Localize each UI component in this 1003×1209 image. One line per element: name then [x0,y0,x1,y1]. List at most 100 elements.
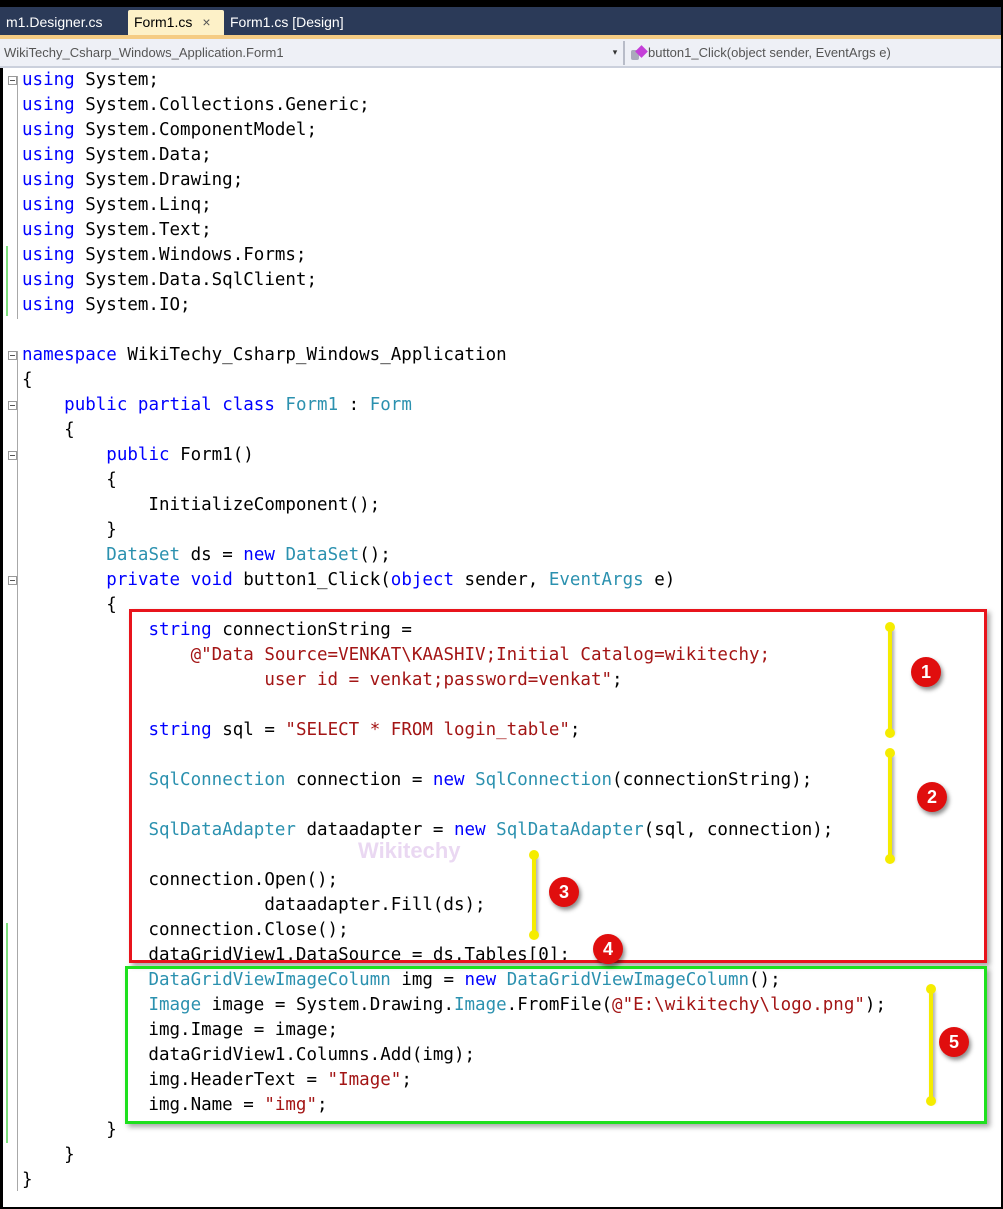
bracket-1 [885,622,895,738]
keyword-token: using [22,220,86,240]
highlight-box-red [129,609,987,963]
keyword-token: private void [106,570,244,590]
keyword-token: using [22,295,86,315]
type-token: EventArgs [548,570,655,590]
code-line[interactable]: { [22,468,886,493]
type-token: Form [369,395,412,415]
document-tab-bar: m1.Designer.cs Form1.cs × Form1.cs [Desig… [0,7,1001,39]
keyword-token: using [22,270,86,290]
type-token: DataSet [106,545,191,565]
code-line[interactable]: using System.Data.SqlClient; [22,268,886,293]
code-token: { [22,370,33,390]
keyword-token: using [22,70,86,90]
code-token: System.ComponentModel; [85,120,318,140]
close-icon[interactable]: × [202,14,210,30]
code-token: System.Linq; [85,195,212,215]
code-line[interactable]: } [22,1143,886,1168]
code-token: } [22,1145,75,1165]
code-line[interactable] [22,318,886,343]
code-token: Form1() [180,445,254,465]
keyword-token: namespace [22,345,128,365]
keyword-token: using [22,245,86,265]
bracket-3 [529,850,539,940]
code-line[interactable]: { [22,368,886,393]
code-line[interactable]: namespace WikiTechy_Csharp_Windows_Appli… [22,343,886,368]
code-line[interactable]: } [22,1168,886,1193]
code-line[interactable]: using System.Drawing; [22,168,886,193]
type-selector[interactable]: WikiTechy_Csharp_Windows_Application.For… [4,39,622,66]
keyword-token: using [22,145,86,165]
code-line[interactable]: InitializeComponent(); [22,493,886,518]
code-line[interactable]: using System.Collections.Generic; [22,93,886,118]
code-token: System.Data; [85,145,212,165]
code-line[interactable]: public partial class Form1 : Form [22,393,886,418]
tab-designer-cs[interactable]: m1.Designer.cs [0,10,108,35]
collapse-icon[interactable] [8,451,17,460]
code-token: e) [654,570,676,590]
keyword-token: using [22,120,86,140]
outline-line [17,76,18,319]
tab-label: Form1.cs [134,14,193,30]
annotation-badge-2: 2 [917,782,947,812]
code-token: { [22,420,75,440]
ide-window: m1.Designer.cs Form1.cs × Form1.cs [Desig… [0,0,1001,1207]
tab-label: Form1.cs [Design] [230,14,344,30]
code-token: } [22,520,117,540]
code-line[interactable]: { [22,418,886,443]
bracket-5 [926,984,936,1106]
code-token: (); [359,545,391,565]
chevron-down-icon[interactable]: ▾ [608,39,622,66]
code-line[interactable]: using System.Windows.Forms; [22,243,886,268]
collapse-icon[interactable] [8,351,17,360]
collapse-icon[interactable] [8,401,17,410]
member-selector[interactable]: button1_Click(object sender, EventArgs e… [630,39,891,66]
type-token: Form1 [285,395,349,415]
annotation-badge-4: 4 [593,934,623,964]
outline-line [17,351,18,1191]
code-line[interactable]: using System.IO; [22,293,886,318]
code-token: : [348,395,370,415]
code-line[interactable]: using System.Data; [22,143,886,168]
code-token: button1_Click( [243,570,391,590]
code-line[interactable]: using System.Linq; [22,193,886,218]
code-token: } [22,1170,33,1190]
code-token: System; [85,70,159,90]
keyword-token: using [22,170,86,190]
code-token: System.Text; [85,220,212,240]
code-token: System.IO; [85,295,191,315]
change-marker [6,923,8,1143]
code-token: WikiTechy_Csharp_Windows_Application [127,345,507,365]
code-token: System.Collections.Generic; [85,95,370,115]
code-line[interactable]: } [22,518,886,543]
keyword-token: new [243,545,286,565]
code-token: System.Drawing; [85,170,244,190]
navigation-bar: WikiTechy_Csharp_Windows_Application.For… [0,39,1001,68]
tab-form1-cs[interactable]: Form1.cs × [128,10,224,35]
bracket-2 [885,748,895,864]
collapse-icon[interactable] [8,76,17,85]
code-line[interactable]: private void button1_Click(object sender… [22,568,886,593]
keyword-token: using [22,95,86,115]
collapse-icon[interactable] [8,576,17,585]
code-token: { [22,595,117,615]
keyword-token: object [390,570,465,590]
keyword-token: public partial class [64,395,286,415]
code-token: System.Data.SqlClient; [85,270,318,290]
code-line[interactable]: DataSet ds = new DataSet(); [22,543,886,568]
annotation-badge-3: 3 [549,877,579,907]
change-marker [6,246,8,316]
code-line[interactable]: public Form1() [22,443,886,468]
code-line[interactable]: using System.Text; [22,218,886,243]
private-method-icon [630,44,648,62]
code-line[interactable]: using System.ComponentModel; [22,118,886,143]
code-editor[interactable]: using System; using System.Collections.Ge… [3,68,1001,1207]
code-token: InitializeComponent(); [22,495,381,515]
annotation-badge-1: 1 [911,657,941,687]
keyword-token: public [106,445,181,465]
code-line[interactable]: using System; [22,68,886,93]
tab-form1-design[interactable]: Form1.cs [Design] [224,10,350,35]
code-token: ds = [190,545,244,565]
